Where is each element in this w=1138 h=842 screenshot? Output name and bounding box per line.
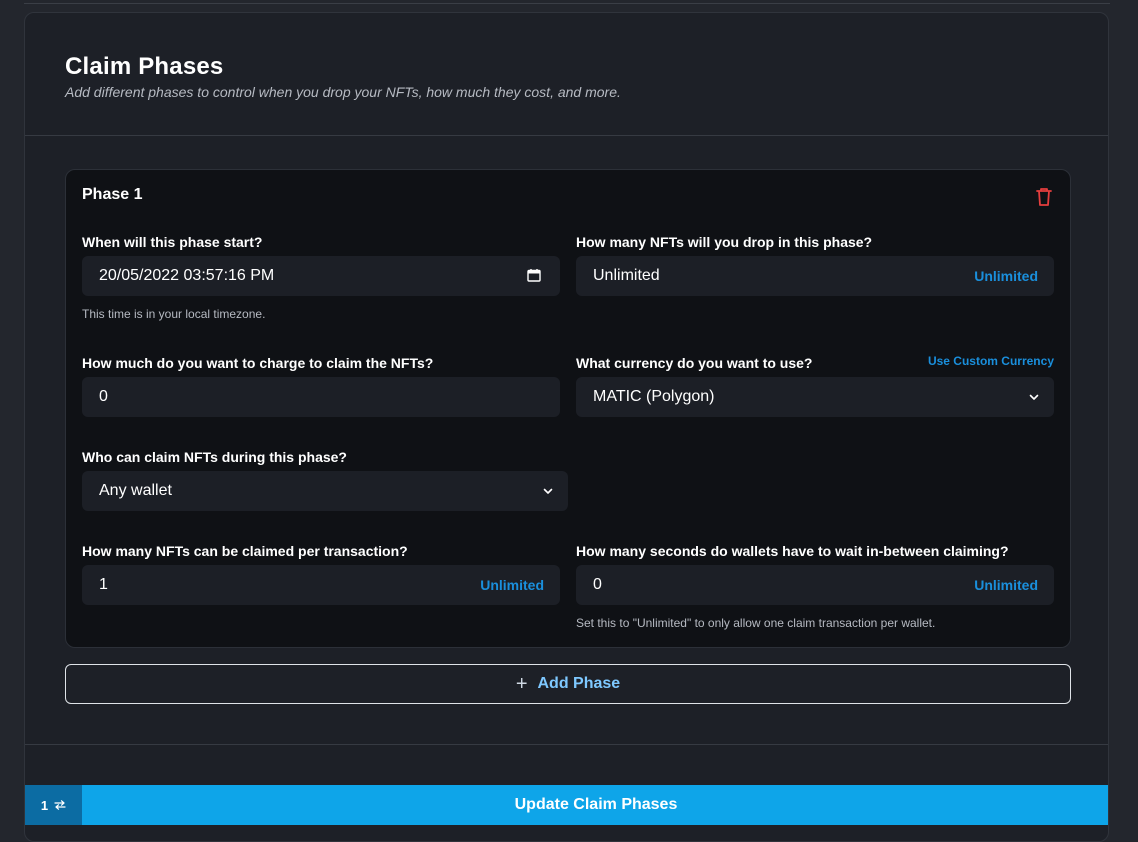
use-custom-currency-link[interactable]: Use Custom Currency bbox=[928, 354, 1054, 368]
currency-label: What currency do you want to use? bbox=[576, 355, 813, 371]
drop-count-input[interactable]: Unlimited Unlimited bbox=[576, 256, 1054, 296]
phase-panel: Phase 1 When will this phase start? 20/0… bbox=[65, 169, 1071, 648]
top-divider bbox=[24, 3, 1110, 4]
add-phase-label: Add Phase bbox=[537, 675, 621, 692]
price-value: 0 bbox=[99, 388, 108, 405]
start-datetime-value: 20/05/2022 03:57:16 PM bbox=[99, 267, 275, 284]
wait-seconds-label: How many seconds do wallets have to wait… bbox=[576, 543, 1009, 559]
timezone-helper: This time is in your local timezone. bbox=[82, 307, 266, 321]
add-phase-button[interactable]: + Add Phase bbox=[65, 664, 1071, 704]
delete-phase-button[interactable] bbox=[1034, 186, 1054, 208]
footer-divider bbox=[25, 744, 1108, 745]
wait-seconds-input[interactable]: 0 Unlimited bbox=[576, 565, 1054, 605]
start-datetime-input[interactable]: 20/05/2022 03:57:16 PM bbox=[82, 256, 560, 296]
transaction-count: 1 bbox=[40, 797, 49, 813]
currency-select[interactable]: MATIC (Polygon) bbox=[576, 377, 1054, 417]
who-can-claim-value: Any wallet bbox=[99, 482, 172, 499]
card-header: Claim Phases Add different phases to con… bbox=[25, 13, 1108, 136]
calendar-icon[interactable] bbox=[527, 268, 541, 282]
trash-icon bbox=[1036, 188, 1052, 206]
per-transaction-label: How many NFTs can be claimed per transac… bbox=[82, 543, 408, 559]
page-title: Claim Phases bbox=[65, 53, 224, 80]
start-label: When will this phase start? bbox=[82, 234, 263, 250]
wait-seconds-helper: Set this to "Unlimited" to only allow on… bbox=[576, 616, 936, 630]
phase-title: Phase 1 bbox=[82, 186, 143, 203]
plus-icon: + bbox=[515, 673, 528, 695]
who-can-claim-label: Who can claim NFTs during this phase? bbox=[82, 449, 347, 465]
per-transaction-value: 1 bbox=[99, 576, 108, 593]
drop-count-label: How many NFTs will you drop in this phas… bbox=[576, 234, 873, 250]
chevron-down-icon bbox=[1029, 394, 1039, 400]
page-subtitle: Add different phases to control when you… bbox=[65, 84, 621, 100]
wait-seconds-unlimited-button[interactable]: Unlimited bbox=[974, 577, 1038, 593]
transaction-count-badge[interactable]: 1 bbox=[25, 785, 82, 825]
drop-count-value: Unlimited bbox=[593, 267, 660, 284]
wait-seconds-value: 0 bbox=[593, 576, 602, 593]
per-transaction-input[interactable]: 1 Unlimited bbox=[82, 565, 560, 605]
currency-value: MATIC (Polygon) bbox=[593, 388, 715, 405]
who-can-claim-select[interactable]: Any wallet bbox=[82, 471, 568, 511]
update-claim-phases-button[interactable]: Update Claim Phases bbox=[82, 785, 1108, 825]
update-bar: 1 Update Claim Phases bbox=[25, 785, 1108, 825]
price-input[interactable]: 0 bbox=[82, 377, 560, 417]
per-transaction-unlimited-button[interactable]: Unlimited bbox=[480, 577, 544, 593]
drop-count-unlimited-button[interactable]: Unlimited bbox=[974, 268, 1038, 284]
price-label: How much do you want to charge to claim … bbox=[82, 355, 434, 371]
swap-arrows-icon bbox=[54, 800, 66, 810]
claim-phases-card: Claim Phases Add different phases to con… bbox=[24, 12, 1109, 842]
add-phase-content: + Add Phase bbox=[66, 665, 1070, 703]
chevron-down-icon bbox=[543, 488, 553, 494]
